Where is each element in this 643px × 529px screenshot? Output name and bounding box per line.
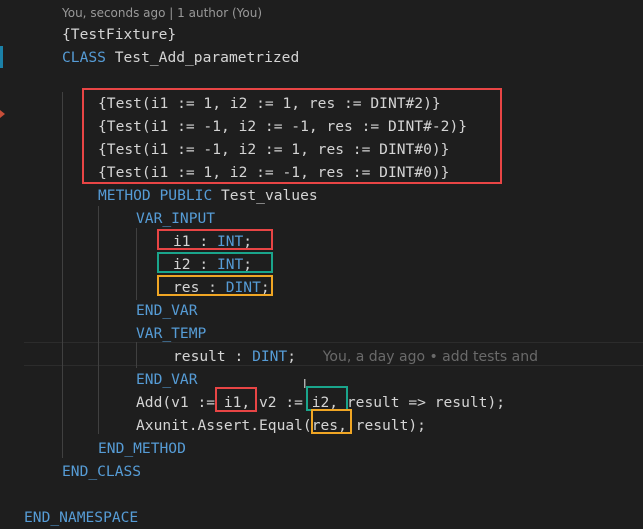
- code-line[interactable]: END_NAMESPACE: [0, 507, 643, 529]
- test-attributes-highlight-box: [82, 88, 502, 184]
- keyword-token: PUBLIC: [159, 187, 213, 204]
- codelens-author-info[interactable]: You, seconds ago | 1 author (You): [62, 5, 262, 21]
- code-token: Axunit.Assert.Equal(res, result);: [136, 417, 426, 434]
- i1-argument-highlight-box: [215, 387, 257, 412]
- code-line[interactable]: {TestFixture}: [0, 24, 643, 46]
- keyword-token: METHOD: [98, 187, 151, 204]
- git-blame-annotation: You, a day ago • add tests and: [296, 349, 538, 365]
- keyword-token: END_CLASS: [62, 463, 142, 480]
- code-line[interactable]: END_METHOD: [0, 438, 643, 460]
- keyword-token: DINT: [252, 348, 288, 365]
- keyword-token: END_NAMESPACE: [24, 509, 139, 526]
- code-line[interactable]: i1 : INT;: [0, 231, 643, 253]
- i1-declaration-highlight-box: [157, 229, 273, 250]
- i2-argument-highlight-box: [306, 386, 348, 411]
- code-line[interactable]: CLASS Test_Add_parametrized: [0, 47, 643, 69]
- code-line[interactable]: END_VAR: [0, 300, 643, 322]
- code-token: Test_values: [212, 187, 318, 204]
- code-line[interactable]: END_CLASS: [0, 461, 643, 483]
- keyword-token: CLASS: [62, 49, 106, 66]
- text-cursor-icon: I: [303, 377, 307, 391]
- code-line[interactable]: i2 : INT;: [0, 254, 643, 276]
- code-token: {TestFixture}: [62, 26, 177, 43]
- keyword-token: VAR_INPUT: [136, 210, 216, 227]
- keyword-token: END_VAR: [136, 302, 198, 319]
- code-line[interactable]: METHOD PUBLIC Test_values: [0, 185, 643, 207]
- res-declaration-highlight-box: [157, 275, 273, 296]
- code-token: result :: [173, 348, 253, 365]
- code-line[interactable]: VAR_TEMP: [0, 323, 643, 345]
- keyword-token: END_METHOD: [98, 440, 186, 457]
- code-line[interactable]: res : DINT;: [0, 277, 643, 299]
- code-line[interactable]: VAR_INPUT: [0, 208, 643, 230]
- i2-declaration-highlight-box: [157, 252, 273, 273]
- code-token: ;: [287, 348, 297, 365]
- res-argument-highlight-box: [311, 409, 352, 434]
- code-line[interactable]: [0, 484, 643, 506]
- keyword-token: END_VAR: [136, 371, 198, 388]
- code-token: Test_Add_parametrized: [105, 49, 300, 66]
- code-line[interactable]: result : DINT; You, a day ago • add test…: [0, 346, 643, 368]
- keyword-token: VAR_TEMP: [136, 325, 207, 342]
